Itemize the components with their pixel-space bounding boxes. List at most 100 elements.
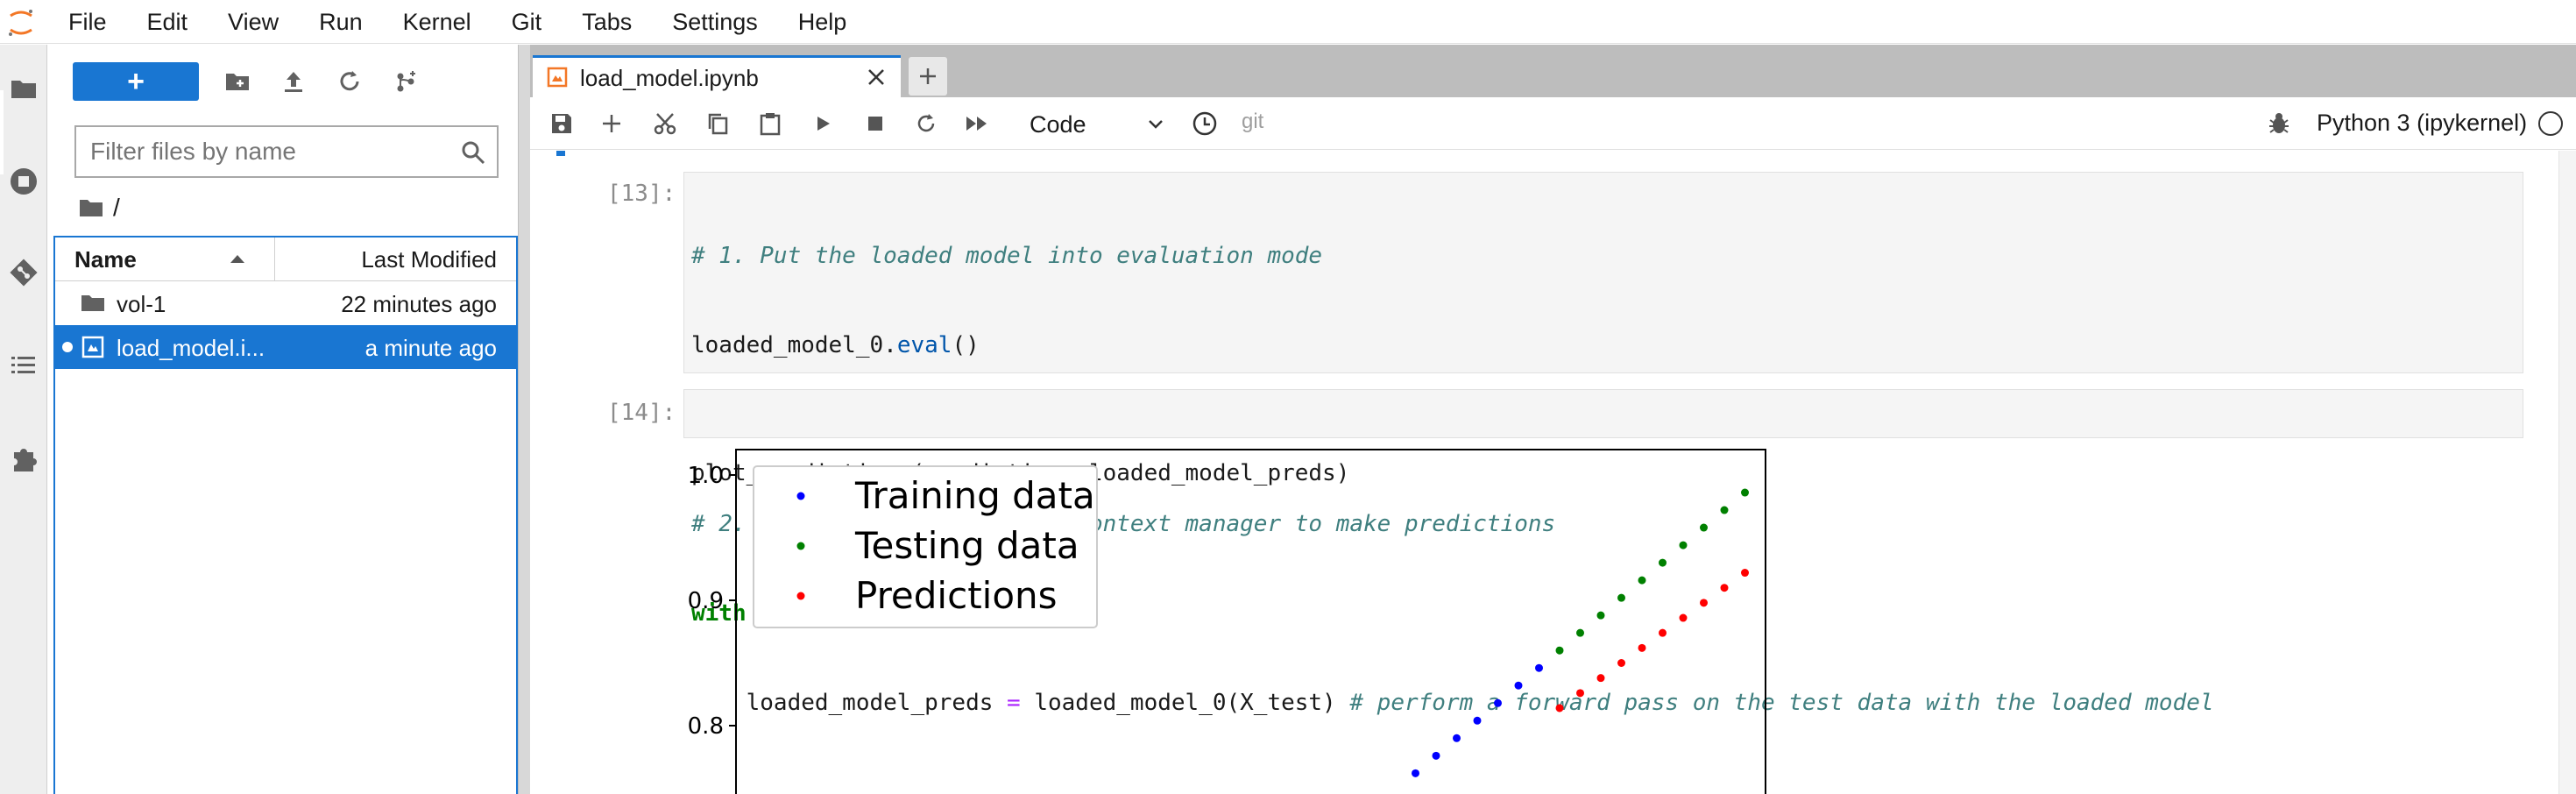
y-tick-label: 0.9 [688,588,724,614]
data-point-testing-data [1555,646,1564,655]
file-filter-input[interactable] [90,132,441,171]
save-icon[interactable] [546,108,577,139]
debugger-bug-icon[interactable] [2265,110,2293,138]
clock-icon[interactable] [1189,108,1221,139]
paste-icon[interactable] [754,108,786,139]
fast-forward-icon[interactable] [961,108,993,139]
cell-collapser[interactable] [556,151,565,156]
cell-type-value: Code [1030,111,1086,138]
legend-marker [796,592,805,600]
data-point-training-data [1432,751,1440,760]
run-icon[interactable] [807,108,839,139]
data-point-predictions [1741,569,1749,578]
tab-load-model[interactable]: load_model.ipynb [533,55,901,97]
panel-splitter[interactable] [518,45,530,794]
new-launcher-button[interactable]: + [73,62,199,101]
file-name: load_model.i... [117,335,265,361]
extension-icon[interactable] [6,441,41,476]
data-point-predictions [1659,628,1667,637]
home-folder-icon[interactable] [78,196,104,219]
menu-item-view[interactable]: View [228,0,279,44]
data-point-testing-data [1741,488,1749,497]
close-icon[interactable] [864,65,888,89]
file-modified: 22 minutes ago [341,291,497,317]
legend-label: Testing data [854,524,1079,567]
new-folder-icon[interactable] [222,66,253,97]
git-clone-icon[interactable] [390,66,421,97]
code-cell-14[interactable]: plot_predictions(predictions=loaded_mode… [683,389,2523,486]
file-list-header: Name Last Modified [55,237,516,281]
breadcrumb-path[interactable]: / [113,194,120,222]
rail-active-indicator [0,90,4,174]
cell-type-select[interactable]: Code [1021,106,1170,141]
breadcrumb[interactable]: / [78,190,120,225]
menu-item-run[interactable]: Run [319,0,363,44]
restart-icon[interactable] [910,108,942,139]
legend-marker [796,492,805,500]
data-point-testing-data [1596,611,1605,620]
new-button-label: + [127,64,145,98]
column-header-name[interactable]: Name [74,246,137,273]
notebook-icon [547,67,568,88]
file-filter-field[interactable] [74,125,499,178]
notebook-icon [81,336,104,358]
insert-cell-icon[interactable] [596,108,627,139]
file-row-vol-1[interactable]: vol-1 22 minutes ago [55,281,516,325]
data-point-predictions [1638,643,1646,652]
plus-icon [920,68,936,84]
scatter-chart: 1.0 0.9 0.8 Training data Testing data Predic… [688,449,1766,794]
menu-item-help[interactable]: Help [798,0,847,44]
sort-ascending-icon [230,255,244,263]
refresh-icon[interactable] [334,66,365,97]
running-indicator-icon [62,342,73,352]
copy-icon[interactable] [702,108,733,139]
column-header-modified[interactable]: Last Modified [361,246,497,273]
upload-icon[interactable] [278,66,309,97]
stop-icon[interactable] [860,108,891,139]
kernel-name[interactable]: Python 3 (ipykernel) [2317,110,2527,137]
menu-item-tabs[interactable]: Tabs [582,0,632,44]
toc-icon[interactable] [6,348,41,383]
data-point-training-data [1412,769,1419,777]
data-point-predictions [1555,704,1564,712]
left-sidebar-rail [0,45,47,794]
file-list: Name Last Modified vol-1 22 minutes ago … [53,236,518,794]
file-row-load-model[interactable]: load_model.i... a minute ago [55,325,516,369]
menu-item-git[interactable]: Git [512,0,542,44]
new-tab-button[interactable] [909,57,947,96]
search-icon [462,141,485,165]
notebook-panel: [13]: # 1. Put the loaded model into eva… [530,151,2576,794]
menu-items: File Edit View Run Kernel Git Tabs Settings Help [68,0,887,44]
data-point-training-data [1453,734,1461,742]
git-diff-label[interactable]: git [1242,110,1263,134]
jupyter-logo-icon[interactable] [5,7,37,39]
menu-item-edit[interactable]: Edit [147,0,188,44]
cell-prompt: [14]: [607,400,676,426]
data-point-predictions [1617,659,1625,667]
folder-icon[interactable] [6,71,41,106]
tab-label: load_model.ipynb [580,65,759,91]
running-icon[interactable] [6,164,41,199]
data-point-training-data [1494,698,1502,707]
legend-label: Training data [854,474,1095,517]
legend-label: Predictions [855,574,1058,617]
git-icon[interactable] [6,255,41,290]
notebook-scrollbar[interactable] [2558,151,2576,794]
data-point-training-data [1473,716,1482,725]
code-cell-13[interactable]: # 1. Put the loaded model into evaluatio… [683,172,2523,716]
data-point-testing-data [1617,593,1625,602]
file-browser-panel: + / Name Last Modified vol-1 22 [48,45,518,794]
kernel-status-idle-icon [2538,111,2563,136]
file-name: vol-1 [117,291,166,317]
code-method: eval [896,332,952,358]
data-point-testing-data [1576,628,1584,637]
data-point-testing-data [1720,506,1729,514]
column-divider[interactable] [274,237,275,281]
cut-icon[interactable] [649,108,681,139]
chevron-down-icon [1149,120,1163,129]
menu-item-kernel[interactable]: Kernel [403,0,471,44]
data-point-testing-data [1659,558,1667,567]
menu-item-file[interactable]: File [68,0,107,44]
menu-item-settings[interactable]: Settings [672,0,758,44]
data-point-predictions [1576,689,1584,698]
